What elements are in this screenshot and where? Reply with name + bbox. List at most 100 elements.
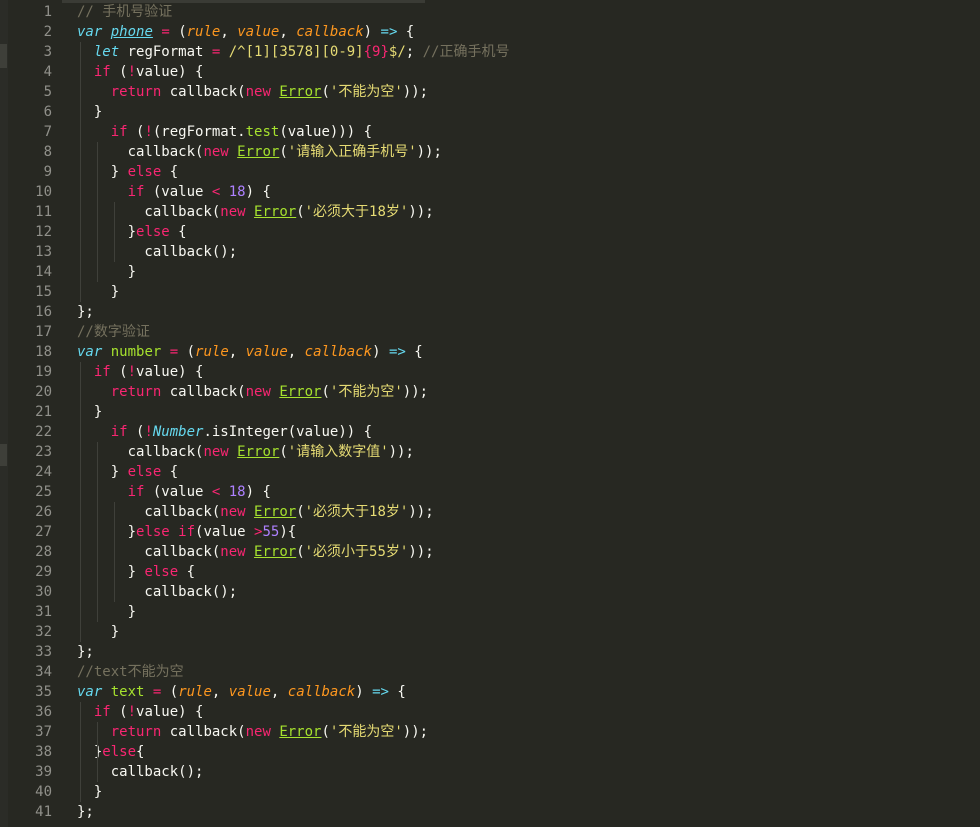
token: if (127, 484, 145, 500)
token: return (110, 384, 162, 400)
indent-guide (80, 702, 81, 802)
code-line[interactable]: 12 }else { (0, 222, 980, 242)
code-line[interactable]: 38 }else{ (0, 742, 980, 762)
token: '不能为空' (329, 84, 403, 100)
code-line[interactable]: 30 callback(); (0, 582, 980, 602)
token: { (169, 224, 187, 240)
code-line[interactable]: 9 } else { (0, 162, 980, 182)
token: ! (144, 424, 153, 440)
code-line[interactable]: 33}; (0, 642, 980, 662)
code-text: return callback(new Error('不能为空')); (77, 82, 428, 102)
code-line[interactable]: 36 if (!value) { (0, 702, 980, 722)
code-line[interactable]: 17 //数字验证 (0, 322, 980, 342)
code-text: callback(new Error('请输入数字值')); (77, 442, 414, 462)
code-line[interactable]: 18 var number = (rule, value, callback) =… (0, 342, 980, 362)
code-line[interactable]: 20 return callback(new Error('不能为空')); (0, 382, 980, 402)
code-line[interactable]: 23 callback(new Error('请输入数字值')); (0, 442, 980, 462)
token: ( (161, 684, 179, 700)
code-line[interactable]: 4 if (!value) { (0, 62, 980, 82)
token: Error (237, 444, 280, 460)
code-text: // 手机号验证 (77, 2, 172, 22)
code-line[interactable]: 32 } (0, 622, 980, 642)
code-line[interactable]: 22 if (!Number.isInteger(value)) { (0, 422, 980, 442)
code-line[interactable]: 26 callback(new Error('必须大于18岁')); (0, 502, 980, 522)
token: '必须大于18岁' (304, 504, 409, 520)
code-line[interactable]: 19 if (!value) { (0, 362, 980, 382)
token: }; (77, 804, 94, 820)
token: .isInteger(value)) { (203, 424, 373, 440)
token: rule (178, 684, 212, 700)
line-number: 12 (35, 224, 52, 240)
indent-guide (80, 362, 81, 642)
token: ( (296, 544, 305, 560)
token: '请输入数字值' (287, 444, 389, 460)
code-line[interactable]: 27 }else if(value >55){ (0, 522, 980, 542)
token: '请输入正确手机号' (287, 144, 417, 160)
code-line[interactable]: 13 callback(); (0, 242, 980, 262)
code-line[interactable]: 14 } (0, 262, 980, 282)
token: } (77, 464, 128, 480)
code-line[interactable]: 1 // 手机号验证 (0, 2, 980, 22)
code-line[interactable]: 29 } else { (0, 562, 980, 582)
code-line[interactable]: 41}; (0, 802, 980, 822)
code-text: //text不能为空 (77, 662, 184, 682)
token: , (279, 24, 297, 40)
code-text: } else { (77, 562, 195, 582)
code-text: let regFormat = /^[1][3578][0-9]{9}$/; /… (77, 42, 510, 62)
code-line[interactable]: 25 if (value < 18) { (0, 482, 980, 502)
code-line[interactable]: 10 if (value < 18) { (0, 182, 980, 202)
line-number: 1 (43, 4, 52, 20)
code-line[interactable]: 15 } (0, 282, 980, 302)
token: new (245, 724, 271, 740)
code-line[interactable]: 16}; (0, 302, 980, 322)
code-line[interactable]: 7 if (!(regFormat.test(value))) { (0, 122, 980, 142)
code-line[interactable]: 21 } (0, 402, 980, 422)
code-line[interactable]: 34 //text不能为空 (0, 662, 980, 682)
token: Error (254, 204, 297, 220)
token: callback( (77, 204, 221, 220)
token: ) (355, 684, 373, 700)
line-number: 26 (35, 504, 52, 520)
token: => (388, 344, 406, 360)
code-line[interactable]: 5 return callback(new Error('不能为空')); (0, 82, 980, 102)
token: phone (110, 24, 153, 40)
line-number: 2 (43, 24, 52, 40)
code-line[interactable]: 8 callback(new Error('请输入正确手机号')); (0, 142, 980, 162)
token: } (77, 524, 137, 540)
token: callback( (161, 384, 246, 400)
code-line[interactable]: 2 var phone = (rule, value, callback) => … (0, 22, 980, 42)
token: callback(); (77, 584, 238, 600)
code-line[interactable]: 6 } (0, 102, 980, 122)
code-line[interactable]: 31 } (0, 602, 980, 622)
line-number: 40 (35, 784, 52, 800)
token: , (211, 684, 229, 700)
code-line[interactable]: 28 callback(new Error('必须小于55岁')); (0, 542, 980, 562)
token: = (161, 24, 170, 40)
line-number: 21 (35, 404, 52, 420)
code-line[interactable]: 35 var text = (rule, value, callback) => … (0, 682, 980, 702)
code-line[interactable]: 3 let regFormat = /^[1][3578][0-9]{9}$/;… (0, 42, 980, 62)
token: Error (279, 724, 322, 740)
token: text (110, 684, 145, 700)
code-text: var number = (rule, value, callback) => … (77, 342, 423, 362)
indent-guide (113, 502, 115, 602)
token: rule (195, 344, 229, 360)
code-line[interactable]: 40 } (0, 782, 980, 802)
code-line[interactable]: 37 return callback(new Error('不能为空')); (0, 722, 980, 742)
token: Error (279, 384, 322, 400)
code-text: var text = (rule, value, callback) => { (77, 682, 406, 702)
token: callback( (161, 84, 246, 100)
token: )); (402, 84, 429, 100)
line-number: 15 (35, 284, 52, 300)
code-line[interactable]: 39 callback(); (0, 762, 980, 782)
indent-guide (96, 442, 98, 622)
code-line[interactable]: 24 } else { (0, 462, 980, 482)
code-editor[interactable]: 1 // 手机号验证 2 var phone = (rule, value, call… (0, 0, 980, 827)
line-number: 32 (35, 624, 52, 640)
code-line[interactable]: 11 callback(new Error('必须大于18岁')); (0, 202, 980, 222)
token: else (127, 464, 162, 480)
